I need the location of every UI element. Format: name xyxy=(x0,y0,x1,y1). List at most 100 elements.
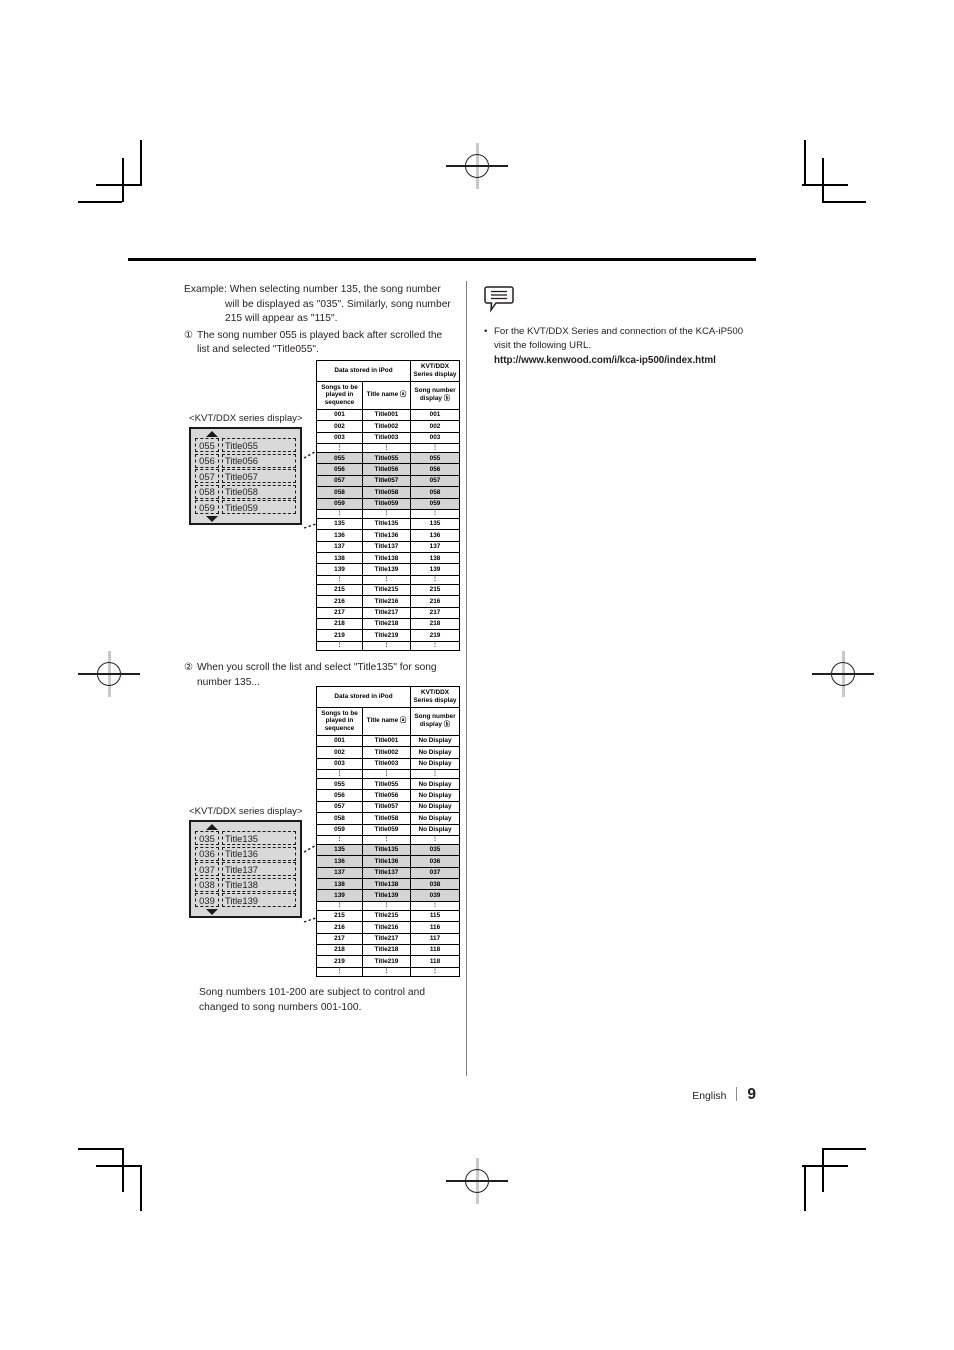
display-row-title: Title138 xyxy=(222,877,296,892)
cell-ellipsis: ⋮ xyxy=(316,508,363,519)
cell-song-number: No Display xyxy=(410,800,460,814)
table-row: 135 Title135 035 xyxy=(316,843,460,857)
cell-title: Title002 xyxy=(362,420,411,433)
table-row: ⋮ ⋮ ⋮ xyxy=(316,900,460,911)
cell-song-number: 056 xyxy=(410,463,460,476)
cell-title: Title135 xyxy=(362,843,411,857)
cell-title: Title059 xyxy=(362,823,411,837)
cell-sequence: 002 xyxy=(316,420,363,433)
cell-sequence: 135 xyxy=(316,517,363,531)
cell-song-number: 117 xyxy=(410,932,460,946)
cell-ellipsis: ⋮ xyxy=(316,574,363,585)
cell-sequence: 139 xyxy=(316,889,363,902)
cell-song-number: 118 xyxy=(410,955,460,968)
display-row[interactable]: 059 Title059 xyxy=(195,500,296,514)
cell-title: Title215 xyxy=(362,583,411,597)
sub-header-title-name: Title name ⓐ xyxy=(362,380,411,410)
note-text: For the KVT/DDX Series and connection of… xyxy=(494,326,744,352)
data-table-1-body: 001 Title001 001 002 Title002 002 003 Title003 0… xyxy=(316,408,460,651)
cell-ellipsis: ⋮ xyxy=(410,508,460,519)
cell-title: Title215 xyxy=(362,909,411,923)
cell-song-number: 037 xyxy=(410,866,460,880)
display-row-title: Title057 xyxy=(222,469,296,483)
table-row: 057 Title057 No Display xyxy=(316,800,460,814)
scroll-down-arrow-icon[interactable] xyxy=(206,908,218,915)
cell-sequence: 002 xyxy=(316,746,363,759)
cell-title: Title139 xyxy=(362,563,411,576)
cell-sequence: 217 xyxy=(316,606,363,620)
sub-header-song-number: Song number display ⓑ xyxy=(410,706,460,736)
cell-sequence: 056 xyxy=(316,463,363,476)
sub-header-title-name: Title name ⓐ xyxy=(362,706,411,736)
display-row-number: 038 xyxy=(195,877,219,892)
cell-ellipsis: ⋮ xyxy=(316,443,363,454)
display-row[interactable]: 039 Title139 xyxy=(195,893,296,907)
page-number: 9 xyxy=(747,1086,756,1103)
cell-song-number: 137 xyxy=(410,540,460,554)
example-line-3: 215 will appear as "115". xyxy=(225,313,338,325)
display-row[interactable]: 038 Title138 xyxy=(195,877,296,892)
display-row[interactable]: 056 Title056 xyxy=(195,453,296,468)
table-row: 056 Title056 056 xyxy=(316,463,460,476)
cell-sequence: 056 xyxy=(316,789,363,802)
cell-title: Title218 xyxy=(362,943,411,957)
note-list-item: • For the KVT/DDX Series and connection … xyxy=(484,325,754,369)
display-row[interactable]: 037 Title137 xyxy=(195,862,296,876)
display-row[interactable]: 058 Title058 xyxy=(195,484,296,499)
step-1: ① The song number 055 is played back aft… xyxy=(184,329,452,358)
cell-title: Title139 xyxy=(362,889,411,902)
table-row: 136 Title136 036 xyxy=(316,855,460,868)
cell-ellipsis: ⋮ xyxy=(362,966,411,977)
scroll-down-arrow-icon[interactable] xyxy=(206,515,218,522)
cell-ellipsis: ⋮ xyxy=(316,966,363,977)
table-row: 217 Title217 117 xyxy=(316,932,460,946)
step-1-marker: ① xyxy=(184,329,194,341)
cell-sequence: 136 xyxy=(316,855,363,868)
cell-ellipsis: ⋮ xyxy=(410,966,460,977)
group-header-ipod: Data stored in iPod xyxy=(316,360,411,382)
scroll-up-arrow-icon[interactable] xyxy=(206,431,218,437)
table-row: 135 Title135 135 xyxy=(316,517,460,531)
cell-song-number: 218 xyxy=(410,617,460,631)
table-row: 058 Title058 No Display xyxy=(316,812,460,825)
sub-header-sequence: Songs to be played in sequence xyxy=(316,706,363,736)
cell-title: Title059 xyxy=(362,497,411,511)
cell-ellipsis: ⋮ xyxy=(410,574,460,585)
cell-song-number: 215 xyxy=(410,583,460,597)
cell-song-number: No Display xyxy=(410,746,460,759)
footnote-text: Song numbers 101-200 are subject to cont… xyxy=(199,987,426,1013)
table-row: ⋮ ⋮ ⋮ xyxy=(316,574,460,585)
display-row[interactable]: 055 Title055 xyxy=(195,438,296,452)
display-row[interactable]: 057 Title057 xyxy=(195,469,296,483)
scroll-up-arrow-icon[interactable] xyxy=(206,824,218,830)
table-row: ⋮ ⋮ ⋮ xyxy=(316,640,460,651)
display-1-box: 055 Title055 056 Title056 057 Title057 0… xyxy=(189,427,302,525)
cell-sequence: 055 xyxy=(316,778,363,791)
cell-title: Title056 xyxy=(362,463,411,476)
cell-title: Title055 xyxy=(362,778,411,791)
cell-sequence: 057 xyxy=(316,474,363,488)
display-row-number: 036 xyxy=(195,846,219,861)
table-row: ⋮ ⋮ ⋮ xyxy=(316,834,460,845)
cell-title: Title001 xyxy=(362,408,411,422)
cell-ellipsis: ⋮ xyxy=(316,640,363,651)
cell-sequence: 058 xyxy=(316,486,363,499)
note-url-link[interactable]: http://www.kenwood.com/i/kca-ip500/index… xyxy=(494,354,754,368)
cell-sequence: 135 xyxy=(316,843,363,857)
cell-ellipsis: ⋮ xyxy=(410,900,460,911)
table-row: ⋮ ⋮ ⋮ xyxy=(316,443,460,454)
display-row[interactable]: 035 Title135 xyxy=(195,831,296,845)
table-row: 055 Title055 055 xyxy=(316,452,460,465)
cell-title: Title138 xyxy=(362,552,411,565)
display-row-number: 057 xyxy=(195,469,219,483)
display-row-title: Title059 xyxy=(222,500,296,514)
data-table-1-wrap: Data stored in iPod KVT/DDX Series displ… xyxy=(316,360,460,651)
step-2-marker: ② xyxy=(184,662,194,673)
cell-song-number: No Display xyxy=(410,812,460,825)
cell-song-number: No Display xyxy=(410,823,460,837)
kvt-display-mock-1: <KVT/DDX series display> 055 Title055 05… xyxy=(189,413,303,525)
table-row: ⋮ ⋮ ⋮ xyxy=(316,769,460,780)
display-row-number: 058 xyxy=(195,484,219,499)
display-row[interactable]: 036 Title136 xyxy=(195,846,296,861)
cell-sequence: 219 xyxy=(316,955,363,968)
